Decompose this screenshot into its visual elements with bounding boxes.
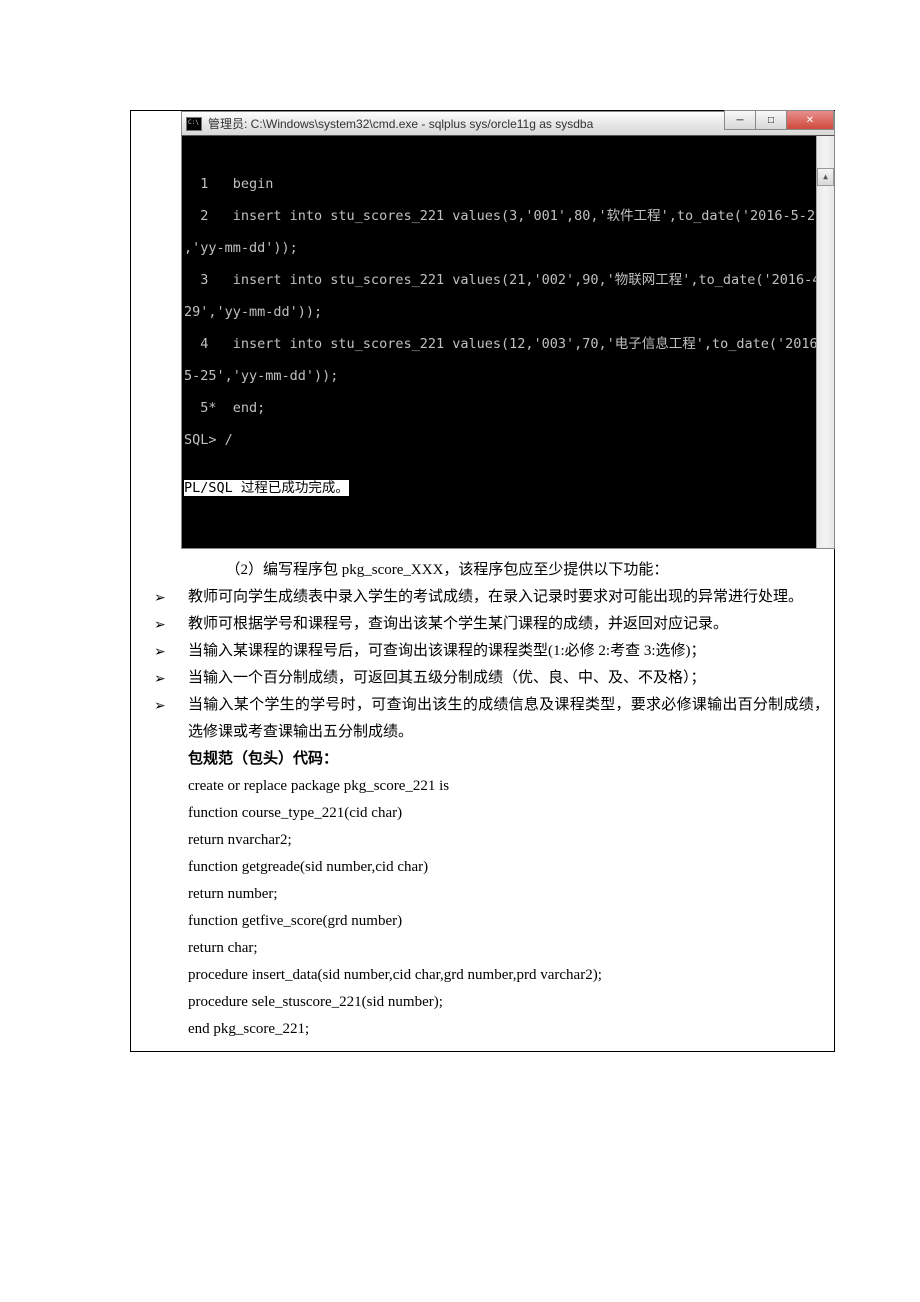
window-controls: ─ □ ✕ [725, 110, 834, 130]
terminal-line: 5-25','yy-mm-dd')); [184, 368, 832, 384]
terminal-line: 1 begin [184, 176, 832, 192]
terminal-line: 2 insert into stu_scores_221 values(3,'0… [184, 208, 832, 224]
code-line: end pkg_score_221; [188, 1016, 829, 1043]
code-line: function course_type_221(cid char) [188, 800, 829, 827]
scroll-up-button[interactable]: ▲ [817, 168, 834, 186]
terminal-line: 5* end; [184, 400, 832, 416]
list-item-text: 当输入一个百分制成绩，可返回其五级分制成绩（优、良、中、及、不及格）； [188, 665, 829, 692]
list-item-text: 当输入某个学生的学号时，可查询出该生的成绩信息及课程类型，要求必修课输出百分制成… [188, 692, 829, 746]
document-content: （2）编写程序包 pkg_score_XXX，该程序包应至少提供以下功能： ➢ … [131, 557, 834, 1051]
code-line: create or replace package pkg_score_221 … [188, 773, 829, 800]
code-block: 包规范（包头）代码： create or replace package pkg… [188, 746, 829, 1043]
bullet-icon: ➢ [154, 638, 188, 665]
code-line: function getgreade(sid number,cid char) [188, 854, 829, 881]
code-line: procedure insert_data(sid number,cid cha… [188, 962, 829, 989]
terminal-body[interactable]: 1 begin 2 insert into stu_scores_221 val… [181, 135, 835, 549]
terminal-scrollbar[interactable]: ▲ [816, 136, 834, 548]
list-item: ➢ 教师可向学生成绩表中录入学生的考试成绩，在录入记录时要求对可能出现的异常进行… [154, 584, 829, 611]
minimize-button[interactable]: ─ [724, 110, 756, 130]
code-line: function getfive_score(grd number) [188, 908, 829, 935]
code-line: return char; [188, 935, 829, 962]
maximize-icon: □ [768, 115, 774, 126]
list-item-text: 教师可向学生成绩表中录入学生的考试成绩，在录入记录时要求对可能出现的异常进行处理… [188, 584, 829, 611]
code-line: return nvarchar2; [188, 827, 829, 854]
list-item-text: 当输入某课程的课程号后，可查询出该课程的课程类型(1:必修 2:考查 3:选修)… [188, 638, 829, 665]
code-line: return number; [188, 881, 829, 908]
feature-list: ➢ 教师可向学生成绩表中录入学生的考试成绩，在录入记录时要求对可能出现的异常进行… [154, 584, 829, 746]
terminal-line: 29','yy-mm-dd')); [184, 304, 832, 320]
list-item: ➢ 当输入某课程的课程号后，可查询出该课程的课程类型(1:必修 2:考查 3:选… [154, 638, 829, 665]
document-frame: 管理员: C:\Windows\system32\cmd.exe - sqlpl… [130, 110, 835, 1052]
close-icon: ✕ [806, 115, 814, 126]
terminal-line: 4 insert into stu_scores_221 values(12,'… [184, 336, 832, 352]
terminal-titlebar: 管理员: C:\Windows\system32\cmd.exe - sqlpl… [181, 111, 835, 135]
maximize-button[interactable]: □ [755, 110, 787, 130]
list-item: ➢ 教师可根据学号和课程号，查询出该某个学生某门课程的成绩，并返回对应记录。 [154, 611, 829, 638]
cmd-icon [186, 117, 202, 131]
list-item: ➢ 当输入一个百分制成绩，可返回其五级分制成绩（优、良、中、及、不及格）； [154, 665, 829, 692]
bullet-icon: ➢ [154, 692, 188, 746]
close-button[interactable]: ✕ [786, 110, 834, 130]
terminal-title: 管理员: C:\Windows\system32\cmd.exe - sqlpl… [208, 115, 593, 132]
bullet-icon: ➢ [154, 584, 188, 611]
chevron-up-icon: ▲ [823, 169, 828, 185]
intro-paragraph: （2）编写程序包 pkg_score_XXX，该程序包应至少提供以下功能： [188, 557, 829, 584]
terminal-line: PL/SQL 过程已成功完成。 [184, 480, 832, 496]
code-heading: 包规范（包头）代码： [188, 746, 829, 773]
list-item: ➢ 当输入某个学生的学号时，可查询出该生的成绩信息及课程类型，要求必修课输出百分… [154, 692, 829, 746]
terminal-window: 管理员: C:\Windows\system32\cmd.exe - sqlpl… [181, 111, 835, 549]
code-line: procedure sele_stuscore_221(sid number); [188, 989, 829, 1016]
bullet-icon: ➢ [154, 611, 188, 638]
terminal-line: ,'yy-mm-dd')); [184, 240, 832, 256]
terminal-line: 3 insert into stu_scores_221 values(21,'… [184, 272, 832, 288]
minimize-icon: ─ [736, 115, 743, 126]
terminal-line: SQL> / [184, 432, 832, 448]
bullet-icon: ➢ [154, 665, 188, 692]
list-item-text: 教师可根据学号和课程号，查询出该某个学生某门课程的成绩，并返回对应记录。 [188, 611, 829, 638]
